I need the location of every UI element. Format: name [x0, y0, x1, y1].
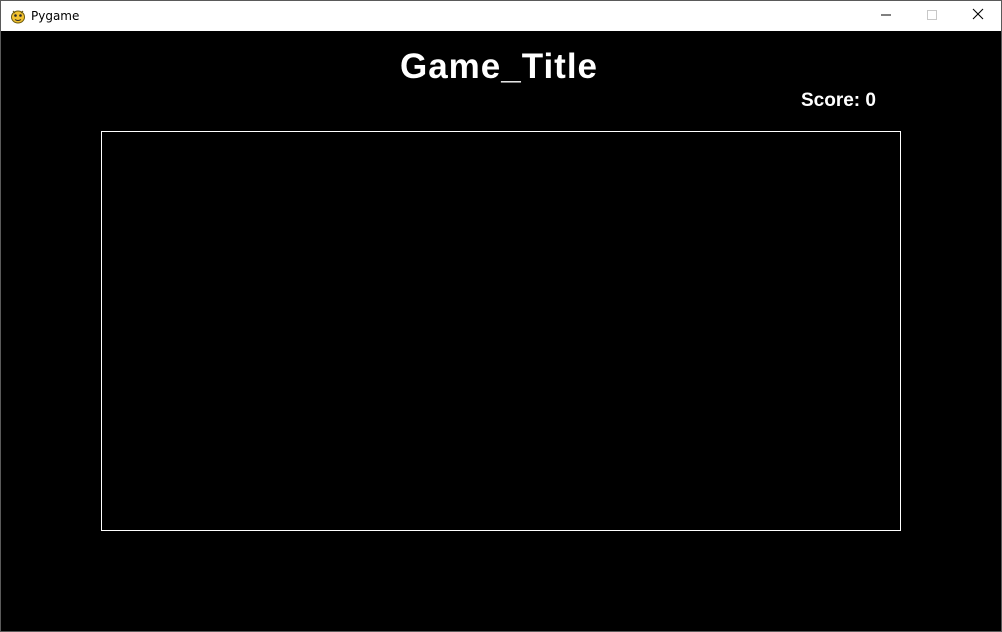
game-title: Game_Title: [399, 47, 599, 86]
pygame-window: Pygame Game_Title Score: 0: [0, 0, 1002, 632]
maximize-icon: [927, 7, 937, 25]
minimize-icon: [881, 7, 891, 25]
window-titlebar[interactable]: Pygame: [1, 1, 1001, 31]
pygame-snake-icon: [10, 8, 26, 24]
game-canvas[interactable]: Game_Title Score: 0: [1, 31, 1001, 631]
score-display: Score: 0: [801, 90, 876, 111]
play-field[interactable]: [101, 131, 901, 531]
maximize-button[interactable]: [909, 1, 955, 31]
minimize-button[interactable]: [863, 1, 909, 31]
window-title: Pygame: [31, 9, 80, 23]
close-icon: [972, 7, 984, 25]
close-button[interactable]: [955, 1, 1001, 31]
